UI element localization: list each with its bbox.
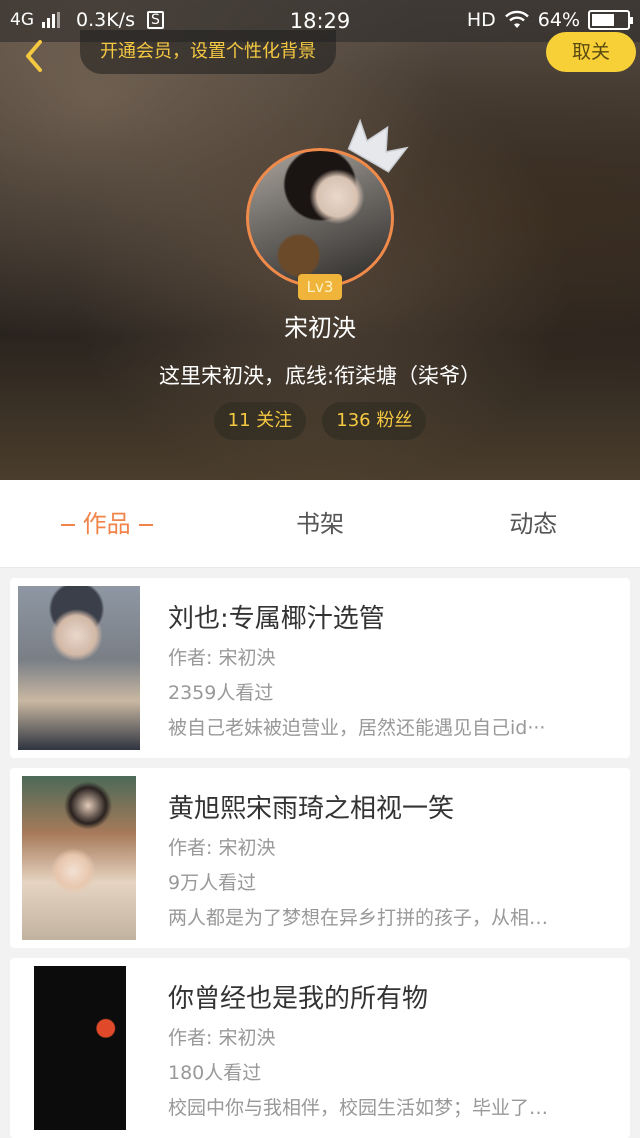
tab-indicator-right xyxy=(138,524,153,526)
book-description: 两人都是为了梦想在异乡打拼的孩子，从相… xyxy=(168,907,549,929)
book-cover[interactable] xyxy=(22,776,136,940)
vip-banner[interactable]: 开通会员，设置个性化背景 xyxy=(80,30,336,74)
works-list: 刘也:专属椰汁选管 作者: 宋初泱 2359人看过 被自己老妹被迫营业，居然还能… xyxy=(0,568,640,1138)
tab-activity[interactable]: 动态 xyxy=(427,480,640,567)
book-cover[interactable] xyxy=(34,966,126,1130)
tab-indicator-left xyxy=(60,524,75,526)
tab-works-label: 作品 xyxy=(82,510,131,538)
book-views: 2359人看过 xyxy=(168,682,274,704)
vip-banner-text: 开通会员，设置个性化背景 xyxy=(100,41,316,62)
book-card[interactable]: 你曾经也是我的所有物 作者: 宋初泱 180人看过 校园中你与我相伴，校园生活如… xyxy=(10,958,630,1138)
followers-count[interactable]: 136 粉丝 xyxy=(322,402,427,440)
book-author: 作者: 宋初泱 xyxy=(168,1027,276,1049)
battery-percent: 64% xyxy=(537,9,580,31)
book-cover[interactable] xyxy=(18,586,140,750)
book-description: 被自己老妹被迫营业，居然还能遇见自己id··· xyxy=(168,717,546,739)
book-description: 校园中你与我相伴，校园生活如梦；毕业了… xyxy=(168,1097,549,1119)
book-title: 你曾经也是我的所有物 xyxy=(168,984,429,1014)
book-author: 作者: 宋初泱 xyxy=(168,837,276,859)
back-button[interactable] xyxy=(14,36,54,76)
book-title: 黄旭熙宋雨琦之相视一笑 xyxy=(168,794,455,824)
tab-activity-label: 动态 xyxy=(509,510,558,538)
book-title: 刘也:专属椰汁选管 xyxy=(168,604,385,634)
bio: 这里宋初泱，底线:衔柒塘（柒爷） xyxy=(158,364,482,388)
tab-bookshelf[interactable]: 书架 xyxy=(213,480,426,567)
book-card[interactable]: 刘也:专属椰汁选管 作者: 宋初泱 2359人看过 被自己老妹被迫营业，居然还能… xyxy=(10,578,630,758)
tab-bar: 作品 书架 动态 xyxy=(0,480,640,568)
stats-row: 11 关注 136 粉丝 xyxy=(0,402,640,440)
tab-bookshelf-label: 书架 xyxy=(295,510,344,538)
nickname: 宋初泱 xyxy=(284,314,356,342)
battery-icon xyxy=(588,10,633,30)
book-card[interactable]: 黄旭熙宋雨琦之相视一笑 作者: 宋初泱 9万人看过 两人都是为了梦想在异乡打拼的… xyxy=(10,768,630,948)
profile-header: 4G 0.3K/s S 18:29 HD 64% 开通会员，设置个性化背景 取关 xyxy=(0,0,640,480)
tab-works[interactable]: 作品 xyxy=(0,480,213,567)
level-badge: Lv3 xyxy=(298,274,342,300)
crown-icon xyxy=(347,118,409,173)
book-views: 9万人看过 xyxy=(168,872,257,894)
wifi-icon xyxy=(504,10,529,28)
hd-indicator: HD xyxy=(466,9,496,31)
avatar-container[interactable]: Lv3 xyxy=(246,118,409,300)
following-count[interactable]: 11 关注 xyxy=(213,402,307,440)
book-author: 作者: 宋初泱 xyxy=(168,647,276,669)
book-views: 180人看过 xyxy=(168,1062,262,1084)
unfollow-button[interactable]: 取关 xyxy=(546,32,636,72)
